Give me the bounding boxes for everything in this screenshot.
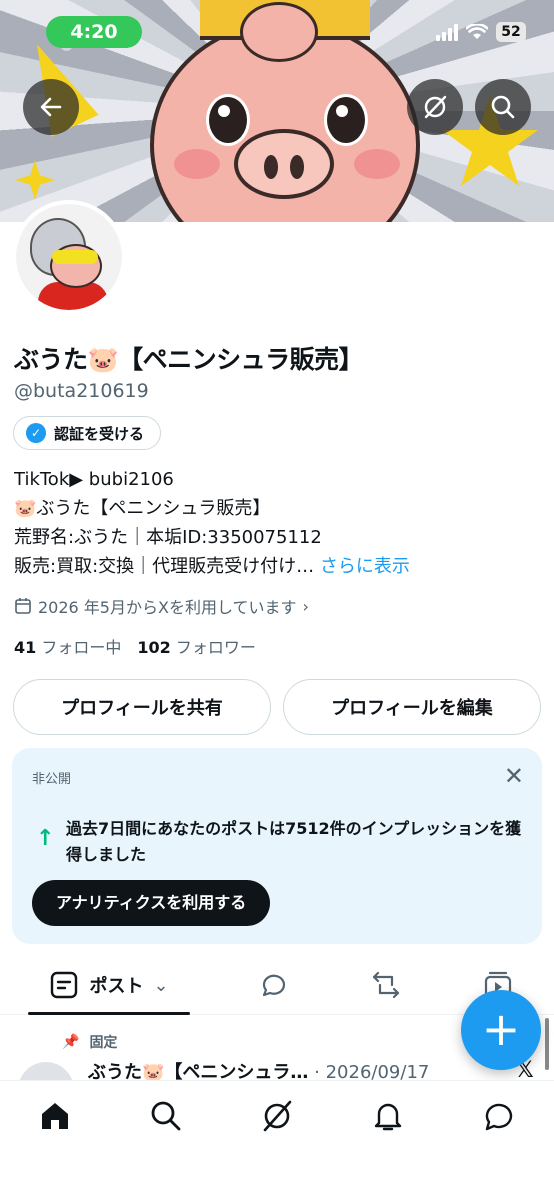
following-label: フォロー中 xyxy=(41,638,122,657)
share-profile-button[interactable]: プロフィールを共有 xyxy=(13,679,271,735)
verified-badge-icon: ✓ xyxy=(26,423,46,443)
plus-icon: + xyxy=(481,1002,521,1056)
joined-label: 2026 年5月からXを利用しています xyxy=(38,598,297,617)
impressions-message: 過去7日間にあなたのポストは7512件のインプレッションを獲得しました xyxy=(66,819,522,864)
post-filter-icon xyxy=(51,971,78,999)
bio-line: TikTok▶︎ bubi2106 xyxy=(14,469,174,490)
sparkle-decoration xyxy=(15,160,55,200)
cellular-signal-icon xyxy=(436,23,458,41)
following-count: 41 xyxy=(14,638,37,657)
get-verified-button[interactable]: ✓ 認証を受ける xyxy=(13,416,162,450)
close-icon[interactable]: ✕ xyxy=(504,762,524,790)
explore-search-icon[interactable] xyxy=(149,1099,183,1133)
following-link[interactable]: 41 フォロー中 xyxy=(14,634,121,658)
status-indicators: 52 xyxy=(436,22,526,42)
search-button[interactable] xyxy=(475,79,531,135)
tab-posts-label: ポスト xyxy=(89,976,144,997)
bottom-navigation xyxy=(0,1080,554,1199)
messages-icon[interactable] xyxy=(482,1099,516,1133)
avatar-image xyxy=(16,204,122,310)
bio-line: 販売:買取:交換｜代理販売受け付け… xyxy=(14,556,315,577)
followers-label: フォロワー xyxy=(175,638,256,657)
grok-nav-icon[interactable] xyxy=(260,1099,294,1133)
compose-post-button[interactable]: + xyxy=(461,990,541,1070)
pig-snout xyxy=(234,129,334,199)
tab-replies-icon[interactable] xyxy=(258,969,290,1001)
pinned-label: 固定 xyxy=(89,1035,118,1051)
pinned-indicator: 📌 固定 xyxy=(62,1032,117,1052)
grok-button[interactable] xyxy=(407,79,463,135)
mini-pig-decoration xyxy=(240,2,318,62)
use-analytics-button[interactable]: アナリティクスを利用する xyxy=(32,880,271,926)
pig-eye xyxy=(324,94,368,146)
arrow-left-icon xyxy=(40,97,62,117)
edit-profile-button[interactable]: プロフィールを編集 xyxy=(283,679,541,735)
follow-stats: 41 フォロー中 102 フォロワー xyxy=(14,634,256,658)
user-handle: @buta210619 xyxy=(14,380,149,402)
wifi-icon xyxy=(466,24,488,39)
bio-line-last: 販売:買取:交換｜代理販売受け付け… さらに表示 xyxy=(14,552,544,581)
pig-cheek xyxy=(354,149,400,179)
pig-cheek xyxy=(174,149,220,179)
show-more-link[interactable]: さらに表示 xyxy=(320,556,410,577)
followers-count: 102 xyxy=(137,638,171,657)
pin-icon: 📌 xyxy=(62,1034,80,1050)
display-name: ぶうた🐷【ペニンシュラ販売】 xyxy=(14,345,364,374)
get-verified-label: 認証を受ける xyxy=(54,424,145,443)
home-icon[interactable] xyxy=(38,1099,72,1133)
bio-line: 🐷ぶうた【ペニンシュラ販売】 xyxy=(14,498,271,519)
pig-eye xyxy=(206,94,250,146)
avatar-sunglasses xyxy=(52,250,98,264)
grok-icon xyxy=(424,95,447,119)
followers-link[interactable]: 102 フォロワー xyxy=(137,634,256,658)
analytics-card: 非公開 ✕ ↑ 過去7日間にあなたのポストは7512件のインプレッションを獲得し… xyxy=(12,748,542,944)
joined-date[interactable]: 2026 年5月からXを利用しています › xyxy=(14,594,309,618)
profile-bio: TikTok▶︎ bubi2106 🐷ぶうた【ペニンシュラ販売】 荒野名:ぶうた… xyxy=(14,465,544,581)
battery-indicator: 52 xyxy=(496,22,526,42)
chevron-down-icon: ⌄ xyxy=(153,974,169,996)
calendar-icon xyxy=(15,598,31,614)
tab-posts[interactable]: ポスト ⌄ xyxy=(28,955,190,1015)
scrollbar[interactable] xyxy=(545,1018,549,1070)
notifications-bell-icon[interactable] xyxy=(371,1099,405,1133)
arrow-up-icon: ↑ xyxy=(36,826,55,851)
back-button[interactable] xyxy=(23,79,79,135)
search-icon xyxy=(491,95,515,119)
status-time: 4:20 xyxy=(46,16,142,48)
private-tag: 非公開 xyxy=(32,772,72,787)
bio-line: 荒野名:ぶうた｜本垢ID:3350075112 xyxy=(14,527,322,548)
profile-avatar[interactable] xyxy=(12,200,126,314)
tab-reposts-icon[interactable] xyxy=(370,969,402,1001)
chevron-right-icon: › xyxy=(302,596,309,616)
